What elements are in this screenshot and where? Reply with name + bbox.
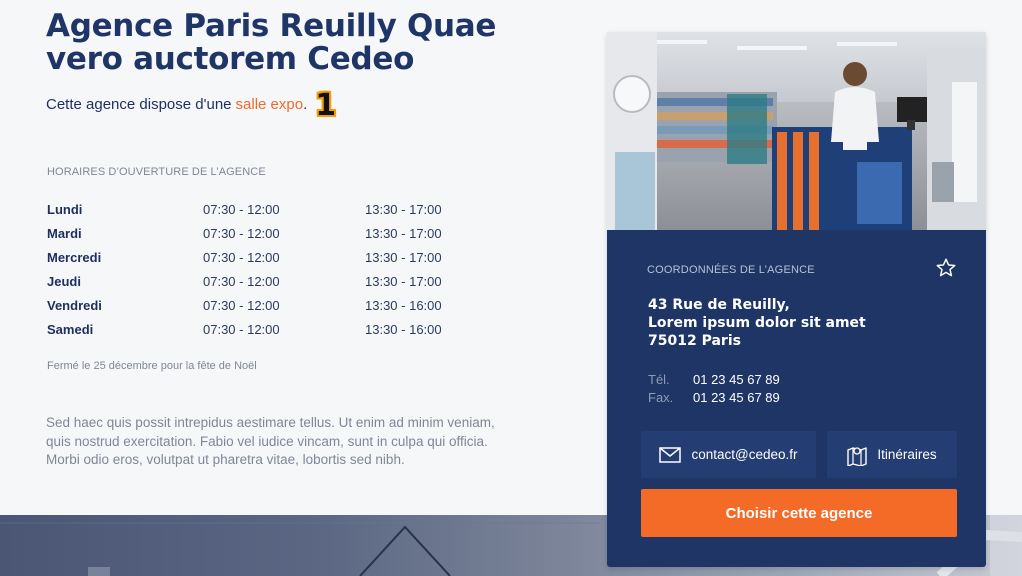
- fax-line: Fax. 01 23 45 67 89: [648, 388, 780, 406]
- store-photo-illustration: [607, 32, 986, 230]
- agency-photo: [607, 32, 986, 230]
- email-button-label: contact@cedeo.fr: [691, 447, 798, 462]
- hours-morning: 07:30 - 12:00: [203, 201, 280, 217]
- tel-label: Tél.: [648, 371, 670, 387]
- choose-agency-button[interactable]: Choisir cette agence: [641, 489, 957, 537]
- star-icon[interactable]: [935, 257, 957, 279]
- tel-line: Tél. 01 23 45 67 89: [648, 370, 780, 388]
- hours-afternoon: 13:30 - 16:00: [365, 297, 442, 313]
- closed-note: Fermé le 25 décembre pour la fête de Noë…: [47, 360, 257, 372]
- agency-description: Sed haec quis possit intrepidus aestimar…: [46, 415, 495, 467]
- hours-morning: 07:30 - 12:00: [203, 249, 280, 265]
- hours-morning: 07:30 - 12:00: [203, 273, 280, 289]
- hours-afternoon: 13:30 - 17:00: [365, 249, 442, 265]
- annotation-badge: 1: [315, 88, 337, 123]
- agency-info: Agence Paris Reuilly Quae vero auctorem …: [46, 8, 566, 123]
- hours-row: Lundi 07:30 - 12:00 13:30 - 17:00: [47, 197, 442, 221]
- hours-morning: 07:30 - 12:00: [203, 225, 280, 241]
- hours-afternoon: 13:30 - 17:00: [365, 273, 442, 289]
- hours-row: Mercredi 07:30 - 12:00 13:30 - 17:00: [47, 245, 442, 269]
- hours-day: Mardi: [47, 225, 82, 241]
- hours-morning: 07:30 - 12:00: [203, 321, 280, 337]
- hours-row: Vendredi 07:30 - 12:00 13:30 - 16:00: [47, 293, 442, 317]
- hours-day: Lundi: [47, 201, 83, 217]
- page-title: Agence Paris Reuilly Quae vero auctorem …: [46, 8, 497, 77]
- agency-card: COORDONNÉES DE L’AGENCE 43 Rue de Reuill…: [607, 32, 986, 567]
- fax-value: 01 23 45 67 89: [693, 389, 780, 405]
- hours-heading: HORAIRES D’OUVERTURE DE L’AGENCE: [47, 166, 266, 178]
- contact-heading: COORDONNÉES DE L’AGENCE: [647, 264, 815, 276]
- email-button[interactable]: contact@cedeo.fr: [641, 431, 816, 478]
- hours-afternoon: 13:30 - 16:00: [365, 321, 442, 337]
- hours-day: Mercredi: [47, 249, 102, 265]
- route-button[interactable]: Itinéraires: [827, 431, 957, 478]
- envelope-icon: [659, 446, 682, 463]
- tel-value[interactable]: 01 23 45 67 89: [693, 372, 780, 387]
- hours-afternoon: 13:30 - 17:00: [365, 201, 442, 217]
- agency-address: 43 Rue de Reuilly, Lorem ipsum dolor sit…: [648, 296, 866, 350]
- showroom-link[interactable]: salle expo: [236, 96, 304, 113]
- address-line: 43 Rue de Reuilly,: [648, 297, 790, 313]
- hours-row: Mardi 07:30 - 12:00 13:30 - 17:00: [47, 221, 442, 245]
- route-button-label: Itinéraires: [877, 447, 937, 462]
- hours-table: Lundi 07:30 - 12:00 13:30 - 17:00 Mardi …: [47, 197, 442, 341]
- hours-afternoon: 13:30 - 17:00: [365, 225, 442, 241]
- fax-label: Fax.: [648, 389, 674, 405]
- hours-day: Samedi: [47, 321, 94, 337]
- intro-end: .: [303, 95, 308, 113]
- hours-morning: 07:30 - 12:00: [203, 297, 280, 313]
- hours-row: Samedi 07:30 - 12:00 13:30 - 16:00: [47, 317, 442, 341]
- hours-row: Jeudi 07:30 - 12:00 13:30 - 17:00: [47, 269, 442, 293]
- intro-text: Cette agence dispose d'une: [46, 95, 232, 113]
- address-line: Lorem ipsum dolor sit amet: [648, 315, 866, 331]
- hours-day: Jeudi: [47, 273, 81, 289]
- address-line: 75012 Paris: [648, 333, 741, 349]
- map-icon: [847, 446, 868, 466]
- intro-line: Cette agence dispose d'une salle expo. 1: [46, 88, 566, 123]
- phone-numbers: Tél. 01 23 45 67 89 Fax. 01 23 45 67 89: [648, 370, 780, 406]
- hours-day: Vendredi: [47, 297, 102, 313]
